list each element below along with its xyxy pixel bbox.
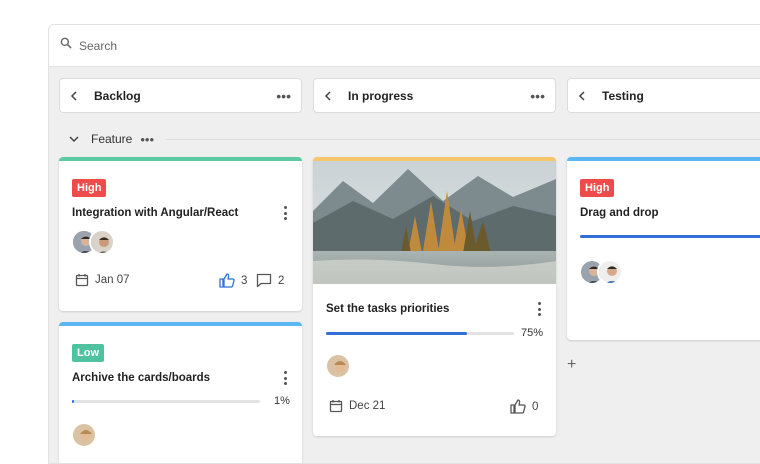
avatar[interactable] [71,422,97,448]
due-date-text: Jan 07 [95,274,130,286]
column-title: Testing [602,88,644,103]
due-date: Dec 21 [329,399,385,413]
card-title: Archive the cards/boards [72,372,211,384]
card-title: Integration with Angular/React [72,207,239,219]
card-accent-bar [59,322,302,326]
card-cover-image [313,161,556,284]
swimlane-label: Feature [91,132,133,146]
column-header-backlog: Backlog ••• [59,78,302,113]
progress-fill [326,332,467,335]
search-input[interactable] [79,38,479,53]
priority-badge: High [72,179,107,197]
card-archive[interactable]: Low Archive the cards/boards 1% [59,322,302,463]
progress-fill [72,400,74,403]
add-card-button[interactable]: + [567,356,576,374]
chevron-down-icon[interactable] [69,134,79,144]
kebab-icon[interactable] [534,302,544,316]
priority-badge: High [580,179,615,197]
divider [166,138,760,140]
card-title: Drag and drop [580,207,659,219]
progress-label: 1% [274,395,290,407]
progress-bar [72,400,260,403]
avatar[interactable] [325,353,351,379]
card-set-task-priorities[interactable]: Set the tasks priorities 75% Dec 21 0 [313,157,556,436]
progress-fill [580,235,760,238]
avatar[interactable] [597,259,623,285]
progress-bar [580,235,760,238]
kebab-icon[interactable] [280,371,290,385]
calendar-icon [329,400,343,413]
likes-count: 3 [241,274,248,287]
avatar[interactable] [89,229,115,255]
progress-label: 75% [521,327,544,339]
more-icon[interactable]: ••• [276,89,291,103]
comments-count: 2 [278,274,285,287]
chevron-left-icon[interactable] [70,90,80,101]
calendar-icon [75,274,89,287]
card-angular-integration[interactable]: High Integration with Angular/React Jan … [59,157,302,311]
due-date-text: Dec 21 [349,400,386,412]
search-icon [59,36,73,55]
card-accent-bar [567,157,760,161]
kanban-app: Backlog ••• In progress ••• Testing Feat… [48,24,760,464]
comment-icon [256,273,272,288]
thumbs-up-icon [219,273,235,288]
thumbs-up-icon [510,399,526,414]
more-icon[interactable]: ••• [530,89,545,103]
likes[interactable]: 0 [510,399,538,414]
column-title: Backlog [94,88,141,103]
column-title: In progress [348,88,414,103]
chevron-left-icon[interactable] [324,90,334,101]
more-icon[interactable]: ••• [140,132,154,147]
priority-badge: Low [72,344,104,362]
chevron-left-icon[interactable] [578,90,588,101]
likes[interactable]: 3 [219,273,247,288]
kebab-icon[interactable] [280,206,290,220]
comments[interactable]: 2 [256,273,284,288]
due-date: Jan 07 [75,273,130,287]
column-header-in-progress: In progress ••• [313,78,556,113]
search-bar [49,25,760,67]
swimlane-header-feature: Feature ••• [69,129,760,149]
likes-count: 0 [532,400,539,413]
progress-bar [326,332,514,335]
column-header-testing: Testing [567,78,760,113]
card-title: Set the tasks priorities [326,303,450,315]
card-drag-and-drop[interactable]: High Drag and drop [567,157,760,340]
card-accent-bar [59,157,302,161]
